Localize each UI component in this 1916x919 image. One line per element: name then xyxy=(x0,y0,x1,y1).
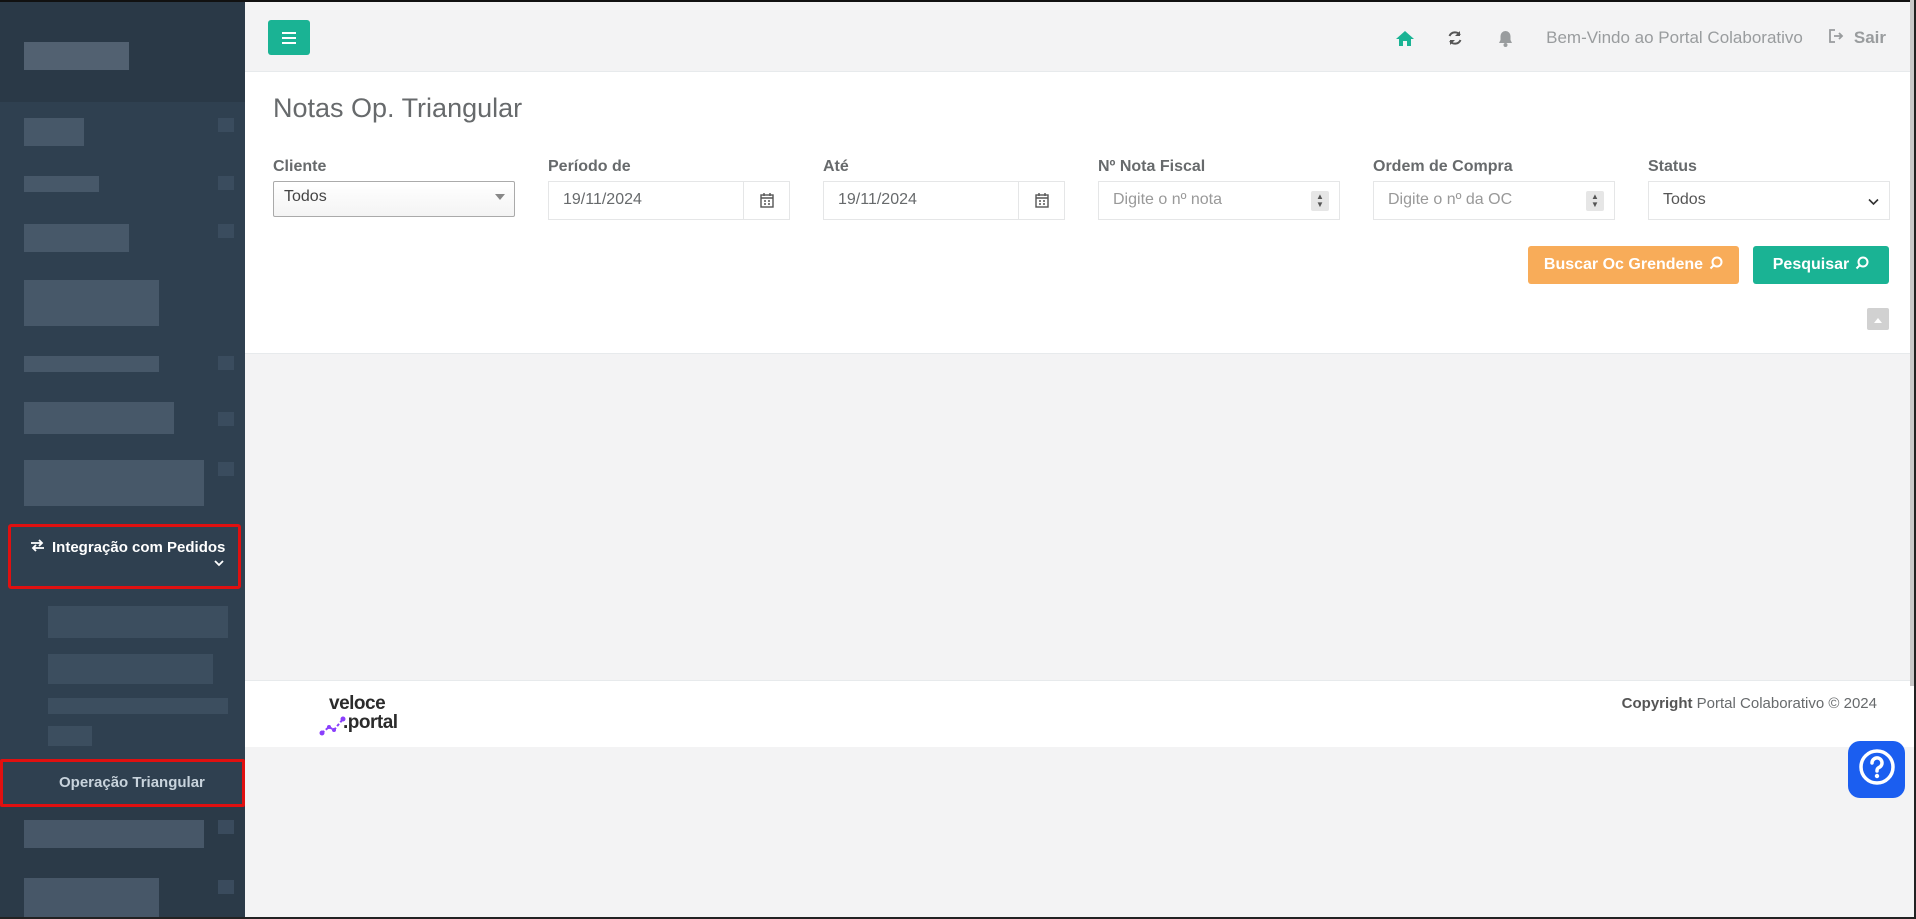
submenu-item-obscured[interactable] xyxy=(48,726,92,746)
sidebar-item-obscured xyxy=(218,118,234,132)
sidebar-item-obscured xyxy=(24,42,129,70)
footer: veloce .portal Copyright Portal Colabora… xyxy=(245,680,1916,747)
sidebar-item-obscured[interactable] xyxy=(24,820,204,848)
sidebar-item-obscured[interactable] xyxy=(24,176,99,192)
menu-toggle-button[interactable] xyxy=(268,20,310,55)
periodo-de-value: 19/11/2024 xyxy=(563,191,642,208)
sidebar-item-obscured[interactable] xyxy=(24,224,129,252)
hamburger-icon xyxy=(282,31,296,44)
submenu-item-obscured[interactable] xyxy=(48,654,213,684)
sidebar-item-obscured[interactable] xyxy=(24,118,84,146)
refresh-icon[interactable] xyxy=(1440,26,1470,50)
sidebar-item-obscured[interactable] xyxy=(24,280,159,326)
ate-value: 19/11/2024 xyxy=(838,191,917,208)
cliente-value: Todos xyxy=(284,188,327,205)
brand-line2: .portal xyxy=(343,712,398,733)
submenu-item-operacao-triangular[interactable]: Operação Triangular xyxy=(0,759,245,807)
top-right-nav: Bem-Vindo ao Portal Colaborativo Sair xyxy=(1370,26,1886,50)
cliente-select[interactable]: Todos xyxy=(273,181,515,217)
buscar-oc-label: Buscar Oc Grendene xyxy=(1543,256,1704,273)
caret-up-icon xyxy=(1874,310,1882,328)
copyright-bold: Copyright xyxy=(1621,695,1693,712)
sign-out-icon xyxy=(1828,28,1844,48)
periodo-de-input[interactable]: 19/11/2024 xyxy=(548,181,790,220)
copyright-text: Copyright Portal Colaborativo © 2024 xyxy=(1622,695,1877,712)
caret-down-icon xyxy=(495,194,505,200)
top-navbar: Bem-Vindo ao Portal Colaborativo Sair xyxy=(245,0,1916,72)
field-ate: Até 19/11/2024 xyxy=(823,158,1065,220)
buscar-oc-button[interactable]: Buscar Oc Grendene xyxy=(1528,246,1739,284)
sidebar-item-obscured xyxy=(218,176,234,190)
ate-input[interactable]: 19/11/2024 xyxy=(823,181,1065,220)
submenu-item-obscured[interactable] xyxy=(48,606,228,638)
field-status: Status Todos xyxy=(1648,158,1890,220)
sidebar-item-obscured[interactable] xyxy=(24,878,159,918)
search-icon xyxy=(1855,256,1869,275)
sidebar-item-obscured[interactable] xyxy=(24,356,159,372)
status-label: Status xyxy=(1648,158,1697,175)
nota-fiscal-input[interactable]: Digite o nº nota ▲ ▼ xyxy=(1098,181,1340,220)
chevron-down-icon xyxy=(214,553,224,574)
welcome-text: Bem-Vindo ao Portal Colaborativo xyxy=(1546,28,1803,47)
filter-panel: Notas Op. Triangular Cliente Todos Perío… xyxy=(245,72,1916,354)
sidebar-item-obscured xyxy=(218,224,234,238)
calendar-icon[interactable] xyxy=(1018,182,1064,219)
pesquisar-label: Pesquisar xyxy=(1772,256,1850,273)
field-cliente: Cliente Todos xyxy=(273,158,515,217)
status-value: Todos xyxy=(1663,191,1706,208)
veloce-portal-logo: veloce .portal xyxy=(319,693,419,738)
collapse-up-button[interactable] xyxy=(1867,308,1889,330)
chevron-down-icon xyxy=(1868,193,1879,211)
calendar-icon[interactable] xyxy=(743,182,789,219)
cliente-label: Cliente xyxy=(273,158,327,175)
sidebar-item-obscured[interactable] xyxy=(24,402,174,434)
sidebar-item-label: Integração com Pedidos xyxy=(52,539,226,556)
submenu-item-obscured[interactable] xyxy=(48,698,228,714)
main-area: Bem-Vindo ao Portal Colaborativo Sair No… xyxy=(245,0,1916,919)
copyright-rest: Portal Colaborativo © 2024 xyxy=(1692,695,1877,712)
sidebar-item-obscured[interactable] xyxy=(24,460,204,506)
status-select[interactable]: Todos xyxy=(1648,181,1890,220)
bell-icon[interactable] xyxy=(1490,26,1520,50)
field-nota-fiscal: Nº Nota Fiscal Digite o nº nota ▲ ▼ xyxy=(1098,158,1340,220)
question-icon xyxy=(1857,747,1897,792)
exchange-icon xyxy=(30,537,46,558)
search-icon xyxy=(1709,256,1723,275)
submenu-item-label: Operação Triangular xyxy=(59,774,205,791)
sidebar: Integração com Pedidos Operação Triangul… xyxy=(0,0,245,919)
sidebar-item-obscured xyxy=(218,356,234,370)
logout-link[interactable]: Sair xyxy=(1828,28,1886,48)
field-ordem-compra: Ordem de Compra Digite o nº da OC ▲ ▼ xyxy=(1373,158,1615,220)
field-periodo-de: Período de 19/11/2024 xyxy=(548,158,790,220)
sidebar-item-obscured xyxy=(218,880,234,894)
nota-fiscal-placeholder: Digite o nº nota xyxy=(1113,191,1223,208)
periodo-de-label: Período de xyxy=(548,158,631,175)
ordem-compra-placeholder: Digite o nº da OC xyxy=(1388,191,1513,208)
sidebar-item-integracao-pedidos[interactable]: Integração com Pedidos xyxy=(8,524,241,589)
logout-label: Sair xyxy=(1853,28,1886,47)
sidebar-item-obscured xyxy=(218,412,234,426)
sidebar-item-obscured xyxy=(218,462,234,476)
help-button[interactable] xyxy=(1848,741,1905,798)
ordem-compra-input[interactable]: Digite o nº da OC ▲ ▼ xyxy=(1373,181,1615,220)
number-spinner[interactable]: ▲ ▼ xyxy=(1586,191,1604,211)
brand-mark-icon xyxy=(319,716,346,736)
number-spinner[interactable]: ▲ ▼ xyxy=(1311,191,1329,211)
ordem-compra-label: Ordem de Compra xyxy=(1373,158,1513,175)
home-icon[interactable] xyxy=(1390,26,1420,50)
page-title: Notas Op. Triangular xyxy=(273,93,523,123)
sidebar-item-obscured xyxy=(218,820,234,834)
nota-fiscal-label: Nº Nota Fiscal xyxy=(1098,158,1206,175)
pesquisar-button[interactable]: Pesquisar xyxy=(1753,246,1889,284)
ate-label: Até xyxy=(823,158,849,175)
